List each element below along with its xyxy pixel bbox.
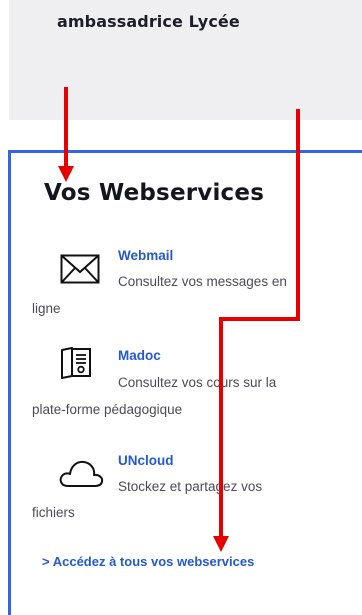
all-webservices-link[interactable]: > Accédez à tous vos webservices xyxy=(42,554,254,569)
service-description-uncloud: Stockez et partagez vos xyxy=(118,479,263,494)
envelope-icon[interactable] xyxy=(60,254,100,284)
page: ambassadrice Lycée Vos Webservices Webma… xyxy=(0,0,362,615)
ambassador-card-title: ambassadrice Lycée xyxy=(57,12,240,31)
service-description-webmail: Consultez vos messages en xyxy=(118,274,287,289)
service-description-webmail-continued: ligne xyxy=(32,301,61,316)
service-title-madoc[interactable]: Madoc xyxy=(118,348,161,363)
service-description-madoc-continued: plate-forme pédagogique xyxy=(32,402,183,417)
book-icon[interactable] xyxy=(60,347,94,379)
service-title-webmail[interactable]: Webmail xyxy=(118,248,173,263)
service-description-uncloud-continued: fichiers xyxy=(32,505,75,520)
service-description-madoc: Consultez vos cours sur la xyxy=(118,375,277,390)
service-title-uncloud[interactable]: UNcloud xyxy=(118,453,174,468)
cloud-icon[interactable] xyxy=(58,457,104,489)
webservices-heading: Vos Webservices xyxy=(44,180,265,206)
